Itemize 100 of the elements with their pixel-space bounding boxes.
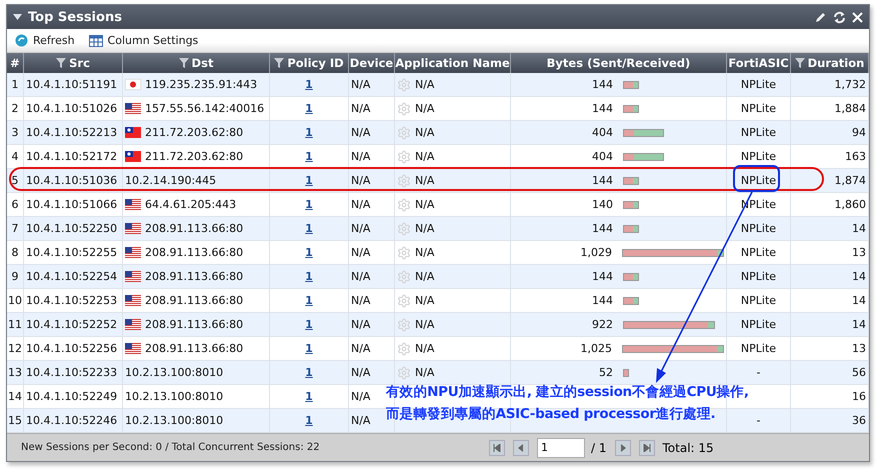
duration-value: 36 <box>852 414 866 427</box>
gear-icon <box>397 126 411 140</box>
gear-icon <box>397 318 411 332</box>
source-address: 10.4.1.10:52172 <box>26 150 118 163</box>
flag-icon <box>125 295 141 306</box>
bytes-bar <box>623 104 639 112</box>
asic-value: NPLite <box>740 318 776 331</box>
bytes-value: 144 <box>592 102 613 115</box>
bytes-bar <box>623 176 639 184</box>
device-name: N/A <box>351 150 370 163</box>
policy-link[interactable]: 1 <box>305 78 313 91</box>
destination-address: 157.55.56.142:40016 <box>145 102 264 115</box>
duration-value: 56 <box>852 366 866 379</box>
device-name: N/A <box>351 246 370 259</box>
bytes-value: 404 <box>592 150 613 163</box>
flag-icon <box>125 319 141 330</box>
asic-value: NPLite <box>740 294 776 307</box>
flag-icon <box>125 103 141 114</box>
destination-address: 208.91.113.66:80 <box>145 222 244 235</box>
gear-icon <box>397 102 411 116</box>
source-address: 10.4.1.10:52255 <box>26 246 118 259</box>
policy-link[interactable]: 1 <box>305 390 313 403</box>
policy-link[interactable]: 1 <box>305 174 313 187</box>
bytes-bar <box>623 200 639 208</box>
device-name: N/A <box>351 318 370 331</box>
duration-value: 13 <box>852 246 866 259</box>
duration-value: 14 <box>852 270 866 283</box>
previous-page-button[interactable] <box>513 440 529 456</box>
device-name: N/A <box>351 126 370 139</box>
destination-address: 211.72.203.62:80 <box>145 150 244 163</box>
close-icon[interactable] <box>852 12 863 22</box>
collapse-icon[interactable] <box>13 14 22 20</box>
session-stats: New Sessions per Second: 0 / Total Concurrent Sessions: 22 <box>21 442 321 453</box>
device-name: N/A <box>351 270 370 283</box>
bytes-bar <box>623 152 664 160</box>
filter-icon[interactable] <box>274 58 284 68</box>
policy-link[interactable]: 1 <box>305 102 313 115</box>
bytes-bar <box>623 80 639 88</box>
gear-icon <box>397 270 411 284</box>
filter-icon[interactable] <box>794 58 805 68</box>
destination-address: 10.2.13.100:8010 <box>125 414 224 427</box>
gear-icon <box>397 174 411 188</box>
bytes-value: 404 <box>592 126 613 139</box>
policy-link[interactable]: 1 <box>305 126 313 139</box>
row-number: 1 <box>12 78 18 91</box>
previous-icon <box>517 444 525 452</box>
application-name: N/A <box>415 222 434 235</box>
next-page-button[interactable] <box>614 440 630 456</box>
application-name: N/A <box>415 294 434 307</box>
policy-link[interactable]: 1 <box>305 198 313 211</box>
bytes-value: 52 <box>599 366 613 379</box>
device-name: N/A <box>351 78 370 91</box>
row-number: 8 <box>12 246 18 259</box>
source-address: 10.4.1.10:52213 <box>26 126 118 139</box>
policy-link[interactable]: 1 <box>305 294 313 307</box>
row-number: 7 <box>12 222 18 235</box>
bytes-value: 144 <box>592 174 613 187</box>
application-name: N/A <box>415 198 434 211</box>
policy-link[interactable]: 1 <box>305 366 313 379</box>
device-name: N/A <box>351 390 370 403</box>
flag-icon <box>125 343 141 354</box>
filter-icon[interactable] <box>178 58 189 68</box>
refresh-icon[interactable] <box>833 10 846 24</box>
device-name: N/A <box>351 174 370 187</box>
gear-icon <box>397 150 411 164</box>
flag-icon <box>125 151 141 162</box>
policy-link[interactable]: 1 <box>305 342 313 355</box>
policy-link[interactable]: 1 <box>305 270 313 283</box>
first-page-button[interactable] <box>489 440 505 456</box>
policy-link[interactable]: 1 <box>305 150 313 163</box>
destination-address: 10.2.13.100:8010 <box>125 390 224 403</box>
row-number: 14 <box>8 390 22 403</box>
column-settings-button[interactable]: Column Settings <box>88 34 198 47</box>
destination-address: 64.4.61.205:443 <box>145 198 236 211</box>
filter-icon[interactable] <box>56 58 66 68</box>
last-page-button[interactable] <box>638 440 654 456</box>
gear-icon <box>397 366 411 380</box>
asic-value: NPLite <box>740 150 776 163</box>
refresh-button[interactable]: Refresh <box>15 34 75 47</box>
policy-link[interactable]: 1 <box>305 222 313 235</box>
pencil-icon[interactable] <box>815 11 827 23</box>
next-icon <box>618 444 626 452</box>
first-page-icon <box>493 444 501 452</box>
source-address: 10.4.1.10:51036 <box>26 174 118 187</box>
bytes-value: 1,029 <box>580 246 612 259</box>
gear-icon <box>397 222 411 236</box>
policy-link[interactable]: 1 <box>305 414 313 427</box>
bytes-value: 144 <box>592 222 613 235</box>
destination-address: 10.2.14.190:445 <box>125 174 216 187</box>
policy-link[interactable]: 1 <box>305 246 313 259</box>
asic-value: NPLite <box>740 342 776 355</box>
bytes-value: 1,025 <box>580 342 612 355</box>
flag-icon <box>125 79 141 90</box>
bytes-bar <box>623 272 639 280</box>
policy-link[interactable]: 1 <box>305 318 313 331</box>
source-address: 10.4.1.10:52246 <box>26 414 118 427</box>
flag-icon <box>125 271 141 282</box>
bytes-value: 140 <box>592 198 613 211</box>
source-address: 10.4.1.10:52256 <box>26 342 118 355</box>
page-field[interactable]: 1 <box>537 438 585 458</box>
